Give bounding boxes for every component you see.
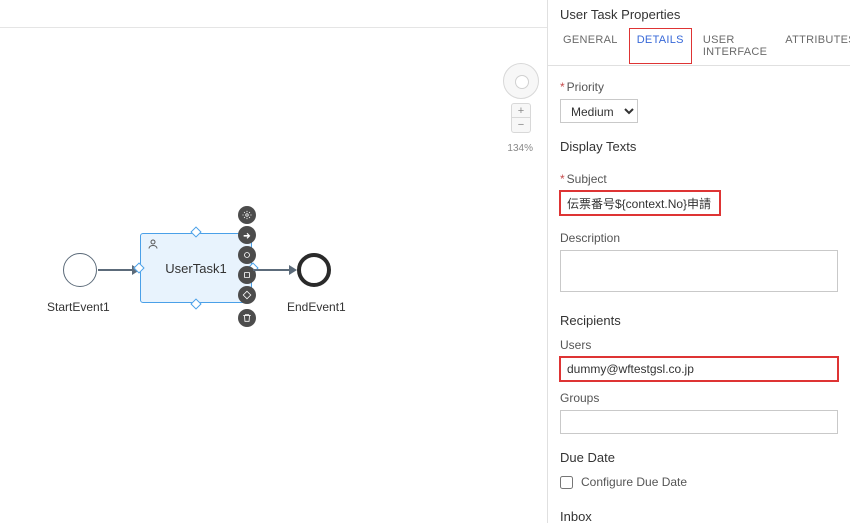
- configure-due-date-checkbox[interactable]: [560, 476, 573, 489]
- inbox-title: Inbox: [560, 509, 838, 523]
- start-event-node[interactable]: [63, 253, 97, 287]
- description-label: Description: [560, 231, 838, 245]
- subject-section: Subject: [548, 158, 850, 217]
- pan-wheel[interactable]: [503, 63, 539, 99]
- description-textarea[interactable]: [560, 250, 838, 292]
- end-event-label: EndEvent1: [287, 300, 346, 314]
- description-section: Description: [548, 217, 850, 299]
- priority-label: Priority: [560, 80, 838, 94]
- start-event-label: StartEvent1: [47, 300, 110, 314]
- panel-tabs: GENERAL DETAILS USER INTERFACE ATTRIBUTE…: [548, 27, 850, 66]
- tab-general[interactable]: GENERAL: [554, 27, 627, 65]
- configure-due-date-label: Configure Due Date: [581, 475, 687, 489]
- panel-title: User Task Properties: [548, 0, 850, 27]
- priority-select[interactable]: LowMediumHigh: [560, 99, 638, 123]
- configure-due-date-row[interactable]: Configure Due Date: [548, 469, 850, 495]
- workflow-canvas[interactable]: + − 134% StartEvent1 UserTask1 EndEvent1: [0, 28, 547, 523]
- zoom-percent-label: 134%: [507, 143, 533, 154]
- recipients-title: Recipients: [560, 313, 838, 328]
- context-tool-circle-icon[interactable]: [238, 246, 256, 264]
- zoom-out-button[interactable]: −: [512, 118, 530, 132]
- context-tool-arrow-icon[interactable]: [238, 226, 256, 244]
- subject-input[interactable]: [560, 191, 720, 215]
- properties-panel: User Task Properties GENERAL DETAILS USE…: [547, 0, 850, 523]
- display-texts-title: Display Texts: [560, 139, 838, 154]
- sequence-flow-1[interactable]: [98, 269, 138, 271]
- zoom-in-button[interactable]: +: [512, 104, 530, 118]
- context-tool-diamond-icon[interactable]: [238, 286, 256, 304]
- groups-section: Groups: [548, 383, 850, 436]
- zoom-controls: + −: [511, 103, 531, 133]
- context-tool-settings-icon[interactable]: [238, 206, 256, 224]
- priority-section: Priority LowMediumHigh: [548, 66, 850, 125]
- due-date-title: Due Date: [560, 450, 838, 465]
- tab-details[interactable]: DETAILS: [629, 28, 692, 64]
- end-event-node[interactable]: [297, 253, 331, 287]
- users-label: Users: [560, 338, 838, 352]
- groups-label: Groups: [560, 391, 838, 405]
- tab-user-interface[interactable]: USER INTERFACE: [694, 27, 776, 65]
- subject-label: Subject: [560, 172, 838, 186]
- user-icon: [147, 238, 159, 250]
- users-input[interactable]: [560, 357, 838, 381]
- groups-input[interactable]: [560, 410, 838, 434]
- context-tool-trash-icon[interactable]: [238, 309, 256, 327]
- user-task-label: UserTask1: [165, 261, 226, 276]
- sequence-flow-2[interactable]: [253, 269, 295, 271]
- users-section: Users: [548, 332, 850, 383]
- user-task-node[interactable]: UserTask1: [140, 233, 252, 303]
- tab-attributes[interactable]: ATTRIBUTES: [776, 27, 850, 65]
